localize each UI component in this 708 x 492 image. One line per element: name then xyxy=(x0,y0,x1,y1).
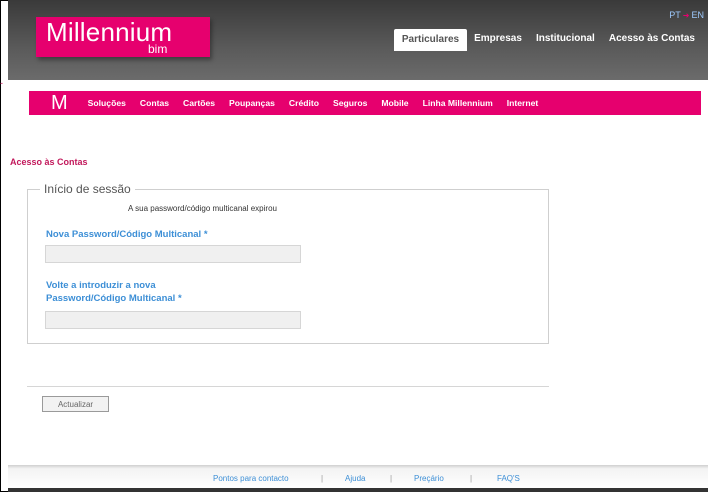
footer-link-faqs[interactable]: FAQ'S xyxy=(497,474,520,483)
footer-link-ajuda[interactable]: Ajuda xyxy=(345,474,365,483)
new-password-label: Nova Password/Código Multicanal * xyxy=(46,229,208,240)
expired-message: A sua password/código multicanal expirou xyxy=(128,204,277,213)
logo-sub: bim xyxy=(148,42,168,56)
arrow-right-icon: ➜ xyxy=(682,11,690,20)
nav-solucoes[interactable]: Soluções xyxy=(88,98,126,108)
confirm-password-label: Volte a introduzir a nova Password/Códig… xyxy=(46,279,182,305)
footer-link-contacto[interactable]: Pontos para contacto xyxy=(213,474,289,483)
page: Millennium bim PT ➜ EN Particulares Empres… xyxy=(8,0,708,492)
header: Millennium bim PT ➜ EN Particulares Empres… xyxy=(8,0,708,80)
nav-linha-millennium[interactable]: Linha Millennium xyxy=(423,98,493,108)
nav-cartoes[interactable]: Cartões xyxy=(183,98,215,108)
nav-seguros[interactable]: Seguros xyxy=(333,98,367,108)
top-nav-empresas[interactable]: Empresas xyxy=(467,29,529,49)
nav-internet[interactable]: Internet xyxy=(507,98,539,108)
confirm-label-line2: Password/Código Multicanal * xyxy=(46,293,182,304)
new-password-input[interactable] xyxy=(45,245,301,263)
m-logo-icon[interactable]: M xyxy=(51,91,68,115)
nav-credito[interactable]: Crédito xyxy=(289,98,319,108)
breadcrumb[interactable]: Acesso às Contas xyxy=(10,157,88,167)
login-fieldset: Início de sessão A sua password/código m… xyxy=(27,182,549,344)
bottom-bar xyxy=(8,488,708,492)
footer-link-precario[interactable]: Preçário xyxy=(414,474,444,483)
top-nav-acesso-contas[interactable]: Acesso às Contas xyxy=(602,29,702,49)
top-nav-institucional[interactable]: Institucional xyxy=(529,29,602,49)
main-nav: M Soluções Contas Cartões Poupanças Créd… xyxy=(29,91,701,115)
footer-separator: | xyxy=(470,474,473,483)
edge-mark: - xyxy=(0,78,3,88)
lang-en[interactable]: EN xyxy=(691,10,704,20)
nav-poupancas[interactable]: Poupanças xyxy=(229,98,275,108)
nav-mobile[interactable]: Mobile xyxy=(381,98,408,108)
fieldset-legend: Início de sessão xyxy=(40,182,135,196)
footer-separator: | xyxy=(390,474,393,483)
millennium-logo[interactable]: Millennium bim xyxy=(36,17,210,57)
confirm-password-input[interactable] xyxy=(45,311,301,329)
confirm-label-line1: Volte a introduzir a nova xyxy=(46,280,156,291)
top-nav: Particulares Empresas Institucional Aces… xyxy=(393,29,702,51)
update-button[interactable]: Actualizar xyxy=(42,396,109,412)
language-switcher: PT ➜ EN xyxy=(669,10,704,20)
top-nav-particulares[interactable]: Particulares xyxy=(393,29,468,51)
footer-separator: | xyxy=(321,474,324,483)
lang-pt[interactable]: PT xyxy=(669,10,681,20)
divider xyxy=(27,386,549,387)
nav-contas[interactable]: Contas xyxy=(140,98,169,108)
